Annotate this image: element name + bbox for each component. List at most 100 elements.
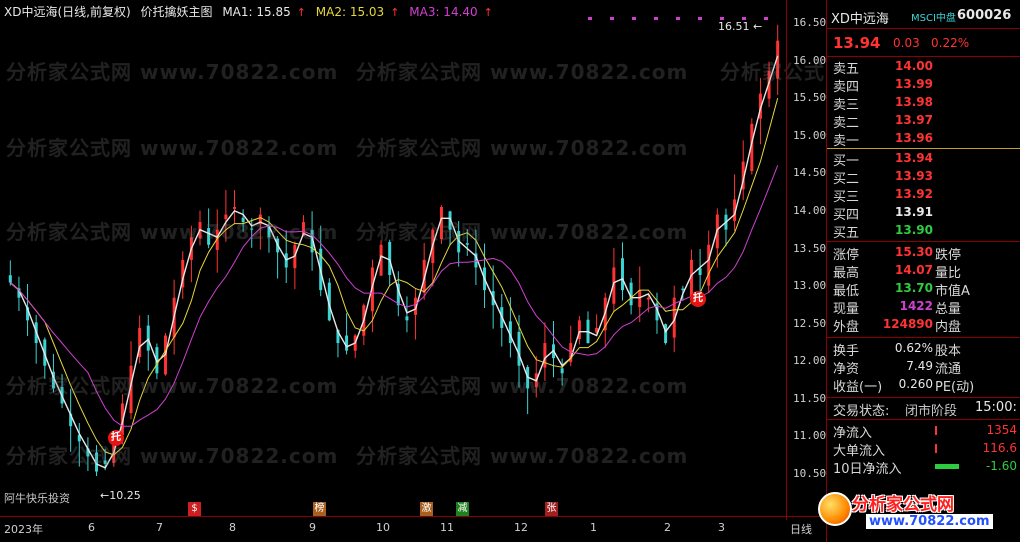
bid-label: 买四 bbox=[833, 208, 860, 223]
price-tick: 14.00 bbox=[793, 204, 827, 217]
bid-row[interactable]: 买五 13.90 bbox=[831, 222, 1019, 241]
watermark: 分析家公式网 www.70822.com bbox=[6, 220, 339, 244]
candle-body bbox=[146, 325, 150, 351]
stat-label: 最高 bbox=[833, 266, 860, 281]
stat-row: 涨停 15.30 跌停 bbox=[831, 244, 1019, 263]
price-axis[interactable]: 16.50 16.00 15.50 15.00 14.50 14.00 13.5… bbox=[786, 0, 826, 520]
flow-label: 净流入 bbox=[833, 426, 873, 441]
fund-label: 净资 bbox=[833, 362, 860, 377]
bid-row[interactable]: 买二 13.93 bbox=[831, 168, 1019, 187]
price-tick: 12.50 bbox=[793, 317, 827, 330]
candle-body bbox=[388, 241, 392, 276]
stat-label: 内盘 bbox=[935, 320, 962, 335]
bid-row[interactable]: 买四 13.91 bbox=[831, 204, 1019, 223]
price-change-pct: 0.22% bbox=[931, 36, 970, 50]
price-tick: 12.00 bbox=[793, 354, 827, 367]
watermark: 分析家公式网 www.70822.com bbox=[356, 136, 689, 160]
trade-status-row: 交易状态: 闭市阶段 15:00: bbox=[831, 400, 1019, 419]
low-price-label: ←10.25 bbox=[100, 489, 141, 502]
ask-row[interactable]: 卖三 13.98 bbox=[831, 94, 1019, 113]
bid-label: 买一 bbox=[833, 154, 860, 169]
ask-row[interactable]: 卖五 14.00 bbox=[831, 58, 1019, 77]
event-badge-reduce[interactable]: 减 bbox=[456, 502, 469, 516]
last-price: 13.94 bbox=[833, 34, 881, 52]
watermark: 分析家公式网 www.70822.com bbox=[356, 220, 689, 244]
trade-status-value: 闭市阶段 bbox=[905, 404, 958, 419]
flow-label: 大单流入 bbox=[833, 444, 886, 459]
signal-marker bbox=[588, 17, 592, 20]
fund-label: PE(动) bbox=[935, 380, 975, 395]
candle-body bbox=[8, 275, 12, 283]
arrow-up-icon: ↑ bbox=[296, 6, 306, 19]
date-tick: 1 bbox=[590, 521, 597, 534]
indicator-name[interactable]: 价托擒妖主图 bbox=[140, 5, 212, 19]
date-tick: 11 bbox=[440, 521, 454, 534]
tuo-signal-badge[interactable]: 托 bbox=[108, 430, 124, 446]
ask-row[interactable]: 卖一 13.96 bbox=[831, 130, 1019, 149]
stock-period-label[interactable]: XD中远海(日线,前复权) bbox=[4, 5, 131, 19]
price-tick: 13.50 bbox=[793, 242, 827, 255]
ask-price: 13.97 bbox=[895, 113, 933, 127]
fund-value: 0.260 bbox=[898, 377, 933, 391]
price-tick: 11.00 bbox=[793, 429, 827, 442]
arrow-up-icon: ↑ bbox=[390, 6, 400, 19]
fund-value: 7.49 bbox=[906, 359, 933, 373]
candle-body bbox=[620, 258, 624, 291]
ask-row[interactable]: 卖四 13.99 bbox=[831, 76, 1019, 95]
bid-label: 买二 bbox=[833, 172, 860, 187]
ask-row[interactable]: 卖二 13.97 bbox=[831, 112, 1019, 131]
event-badge-dividend[interactable]: $ bbox=[188, 502, 201, 516]
watermark: 分析家公式网 www.70822.com bbox=[356, 374, 689, 398]
watermark: 分析家公式网 www.70822.com bbox=[6, 60, 339, 84]
stat-value: 124890 bbox=[882, 317, 933, 331]
kline-chart[interactable]: 分析家公式网 www.70822.com 分析家公式网 www.70822.co… bbox=[0, 0, 1020, 542]
bid-ask-divider bbox=[827, 148, 1020, 149]
flow-value: 116.6 bbox=[982, 441, 1017, 455]
date-tick: 10 bbox=[376, 521, 390, 534]
logo-url: www.70822.com bbox=[866, 514, 993, 529]
bid-price: 13.94 bbox=[895, 151, 933, 165]
price-tick: 10.50 bbox=[793, 467, 827, 480]
date-axis[interactable]: 2023年 6 7 8 9 10 11 12 1 2 3 日线 bbox=[0, 516, 826, 542]
bid-row[interactable]: 买三 13.92 bbox=[831, 186, 1019, 205]
quote-panel: XD中远海 MSCI中盘 600026 13.94 0.03 0.22% 卖五 1… bbox=[826, 0, 1020, 542]
price-tick: 11.50 bbox=[793, 392, 827, 405]
peak-price-label: 16.51 ← bbox=[718, 20, 763, 33]
fund-label: 流通 bbox=[935, 362, 962, 377]
ask-price: 13.98 bbox=[895, 95, 933, 109]
date-tick: 12 bbox=[514, 521, 528, 534]
flow-row: 大单流入 116.6 bbox=[831, 440, 1019, 459]
tuo-signal-badge[interactable]: 托 bbox=[690, 291, 706, 307]
watermark: 分析家公式网 www.70822.com bbox=[356, 444, 689, 468]
signal-marker bbox=[610, 17, 614, 20]
stat-row: 现量 1422 总量 bbox=[831, 298, 1019, 317]
date-tick: 3 bbox=[718, 521, 725, 534]
event-badge-rise[interactable]: 张 bbox=[545, 502, 558, 516]
price-tick: 15.00 bbox=[793, 129, 827, 142]
price-tick: 13.00 bbox=[793, 279, 827, 292]
stat-value: 14.07 bbox=[895, 263, 933, 277]
stat-label: 跌停 bbox=[935, 248, 962, 263]
event-badge-rank[interactable]: 榜 bbox=[313, 502, 326, 516]
stock-code[interactable]: 600026 bbox=[957, 8, 1011, 23]
fundamental-row: 净资 7.49 流通 bbox=[831, 358, 1019, 377]
date-tick: 6 bbox=[88, 521, 95, 534]
watermark: 分析家公式网 www.70822.com bbox=[356, 60, 689, 84]
bid-row[interactable]: 买一 13.94 bbox=[831, 150, 1019, 169]
stat-label: 最低 bbox=[833, 284, 860, 299]
date-tick[interactable]: 日线 bbox=[790, 521, 812, 537]
stock-name[interactable]: XD中远海 bbox=[831, 8, 889, 27]
divider bbox=[827, 241, 1020, 242]
signal-marker bbox=[698, 17, 702, 20]
candle-body bbox=[698, 268, 702, 276]
watermark: 分析家公式网 www.70822.com bbox=[6, 136, 339, 160]
event-badge-incentive[interactable]: 激 bbox=[420, 502, 433, 516]
candle-body bbox=[646, 297, 650, 300]
candle-body bbox=[517, 331, 521, 366]
fund-label: 股本 bbox=[935, 344, 962, 359]
msci-badge: MSCI中盘 bbox=[911, 13, 956, 24]
stat-row: 最高 14.07 量比 bbox=[831, 262, 1019, 281]
bid-price: 13.92 bbox=[895, 187, 933, 201]
divider bbox=[827, 397, 1020, 398]
date-tick: 8 bbox=[229, 521, 236, 534]
